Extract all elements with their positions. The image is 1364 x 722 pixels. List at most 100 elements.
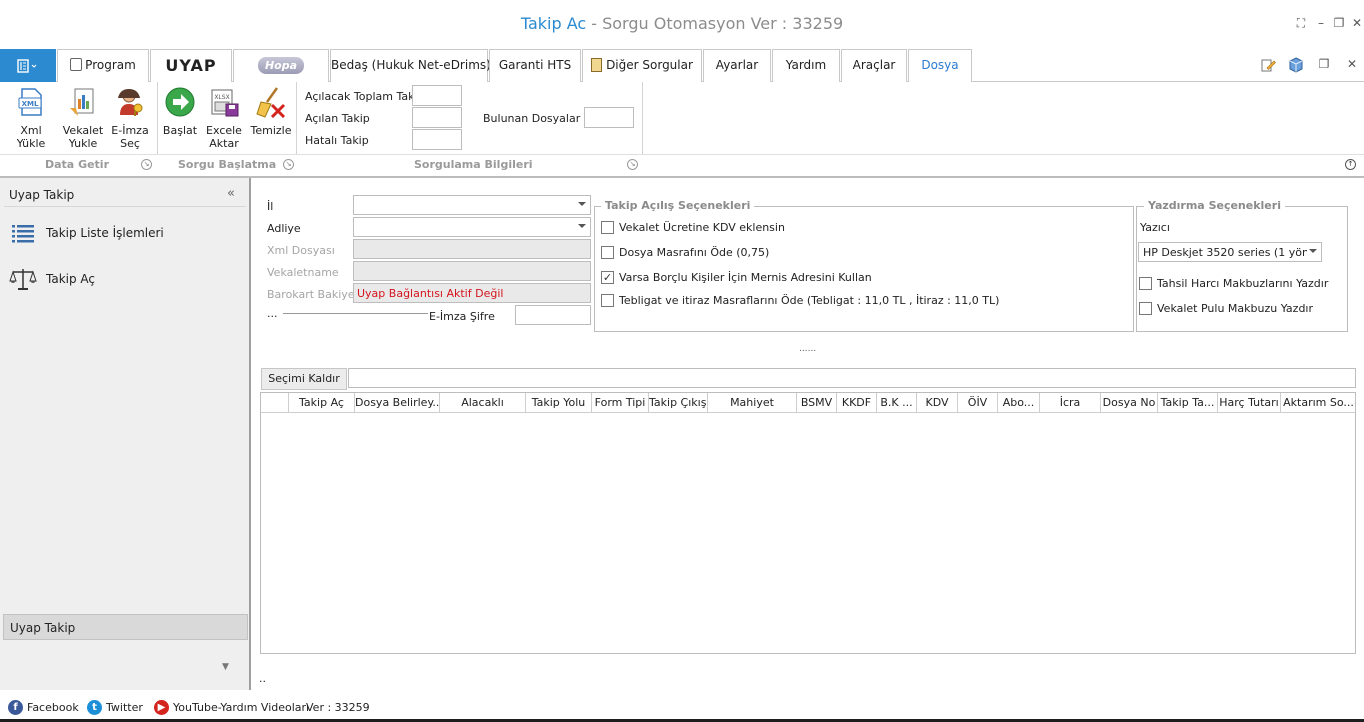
grid-header-selector[interactable] [261,393,289,413]
main-content: İl Adliye Xml Dosyası Vekaletname Baroka… [253,180,1364,690]
grid-col-mahiyet[interactable]: Mahiyet [708,393,797,413]
filter-input[interactable] [348,368,1356,388]
eimza-sifre-input[interactable] [515,305,591,325]
eimza-label-2: Seç [120,137,140,150]
grid-col-kdv[interactable]: KDV [917,393,958,413]
grid-col-takip-yolu[interactable]: Takip Yolu [526,393,592,413]
bulunan-dosyalar-value [584,107,634,128]
program-tab-icon [70,58,83,71]
adliye-select[interactable] [353,217,591,237]
screenshot-icon[interactable]: ⛶ [1293,16,1309,30]
eimza-line [283,313,428,314]
tab-araclar[interactable]: Araçlar [841,49,907,82]
sidebar-item-label: Takip Aç [46,272,96,286]
tab-program[interactable]: Program [57,49,149,82]
vekalet-pulu-checkbox[interactable]: Vekalet Pulu Makbuzu Yazdır [1139,301,1339,317]
grid-col-bk[interactable]: B.K ... [877,393,917,413]
grid-col-takip-cikisi[interactable]: Takip Çıkışı [649,393,708,413]
svg-text:XLSX: XLSX [214,94,229,101]
restore-button[interactable]: ❐ [1331,16,1347,30]
sorgu-baslatma-expand-icon[interactable]: ↘ [283,159,294,170]
grid-col-takip-tarihi[interactable]: Takip Ta... [1158,393,1218,413]
window-title: Takip Ac - Sorgu Otomasyon Ver : 33259 [0,14,1364,33]
sidebar-group-uyap-takip[interactable]: Uyap Takip [3,614,248,640]
twitter-label: Twitter [106,701,143,714]
dosya-masrafi-checkbox[interactable]: Dosya Masrafını Öde (0,75) [601,245,1001,261]
grid-col-takip-ac[interactable]: Takip Aç [289,393,355,413]
grid-col-alacakli[interactable]: Alacaklı [440,393,526,413]
excele-aktar-button[interactable]: XLSX Excele Aktar [204,86,244,150]
facebook-label: Facebook [27,701,79,714]
close-button[interactable]: ✕ [1349,16,1364,30]
app-menu-button[interactable] [0,49,56,82]
sorgulama-bilgileri-expand-icon[interactable]: ↘ [627,159,638,170]
grid-col-oiv[interactable]: ÖİV [958,393,998,413]
grid-col-dosya-belirleyici[interactable]: Dosya Belirley... [355,393,440,413]
secimi-kaldir-button[interactable]: Seçimi Kaldır [261,368,347,390]
tab-hopa[interactable]: Hopa [233,49,329,82]
mernis-checkbox[interactable]: ✓ Varsa Borçlu Kişiler İçin Mernis Adresi… [601,270,1001,286]
edit-icon[interactable] [1260,57,1276,73]
sidebar-overflow-icon[interactable]: ▼ [222,662,229,672]
grid-col-bsmv[interactable]: BSMV [797,393,837,413]
chevron-down-icon [578,224,586,228]
grid-col-dosya-no[interactable]: Dosya No [1101,393,1158,413]
checkbox-box [601,221,614,234]
grid-col-kkdf[interactable]: KKDF [837,393,877,413]
tahsil-harci-checkbox[interactable]: Tahsil Harcı Makbuzlarını Yazdır [1139,276,1339,292]
hatali-takip-label: Hatalı Takip [305,134,369,147]
grid-col-aktarim-sonucu[interactable]: Aktarım So... [1281,393,1356,413]
vekalet-yukle-button[interactable]: Vekalet Yukle [60,86,106,150]
tab-diger-sorgular[interactable]: Diğer Sorgular [582,49,702,82]
sidebar-item-takip-liste[interactable]: Takip Liste İşlemleri [8,221,238,245]
grid-header: Takip Aç Dosya Belirley... Alacaklı Taki… [261,393,1355,413]
collapse-sidebar-icon[interactable]: « [227,186,235,201]
cube-icon[interactable] [1288,57,1304,73]
tab-ayarlar[interactable]: Ayarlar [703,49,771,82]
baslat-button[interactable]: Başlat [160,86,200,137]
ribbon-separator [296,82,297,154]
minimize-button[interactable]: – [1313,16,1329,30]
ribbon-close-button[interactable]: ✕ [1344,57,1360,71]
grid-col-form-tipi[interactable]: Form Tipi [592,393,649,413]
tebligat-checkbox[interactable]: Tebligat ve itiraz Masraflarını Öde (Teb… [601,293,1101,309]
tab-yardim[interactable]: Yardım [772,49,840,82]
temizle-button[interactable]: Temizle [250,86,292,137]
collapse-ribbon-icon[interactable]: ↑ [1345,159,1356,170]
excele-label-1: Excele [206,124,242,137]
grid-col-harc-tutari[interactable]: Harç Tutarı [1218,393,1281,413]
tab-garanti-hts[interactable]: Garanti HTS [489,49,581,82]
tab-bedas[interactable]: Bedaş (Hukuk Net-eDrims) [330,49,491,82]
data-getir-expand-icon[interactable]: ↘ [141,159,152,170]
yazici-select[interactable]: HP Deskjet 3520 series (1 yönlenc [1138,242,1322,262]
grid-col-icra[interactable]: İcra [1040,393,1101,413]
app-menu-icon [17,59,37,73]
checkbox-box [1139,302,1152,315]
kdv-checkbox[interactable]: Vekalet Ücretine KDV eklensin [601,220,1001,236]
tab-uyap-label: UYAP [165,56,217,75]
ribbon-group-divider [0,154,1364,155]
ribbon-restore-button[interactable]: ❐ [1316,57,1332,71]
twitter-link[interactable]: t Twitter [87,700,147,716]
tab-dosya[interactable]: Dosya [908,49,972,83]
tab-uyap[interactable]: UYAP [150,49,232,82]
xml-yukle-button[interactable]: XML Xml Yükle [6,86,56,150]
xml-dosyasi-field [353,239,591,259]
vekaletname-field [353,261,591,281]
facebook-link[interactable]: f Facebook [8,700,79,716]
sidebar-item-takip-ac[interactable]: Takip Aç [8,267,238,291]
grid-col-abone[interactable]: Abo... [998,393,1040,413]
youtube-label: YouTube-Yardım Videoları [173,701,310,714]
xml-dosyasi-label: Xml Dosyası [267,244,335,257]
twitter-icon: t [87,700,102,715]
tab-program-label: Program [85,58,136,72]
checkbox-box [601,246,614,259]
list-icon [12,225,34,243]
takip-grid[interactable]: Takip Aç Dosya Belirley... Alacaklı Taki… [260,392,1356,654]
splitter-handle[interactable]: ...... [799,344,816,354]
il-select[interactable] [353,195,591,215]
kdv-checkbox-label: Vekalet Ücretine KDV eklensin [619,221,785,234]
youtube-link[interactable]: ▶ YouTube-Yardım Videoları [154,700,309,716]
eimza-sec-button[interactable]: E-İmza Seç [108,86,152,150]
broom-clear-icon [256,87,286,119]
